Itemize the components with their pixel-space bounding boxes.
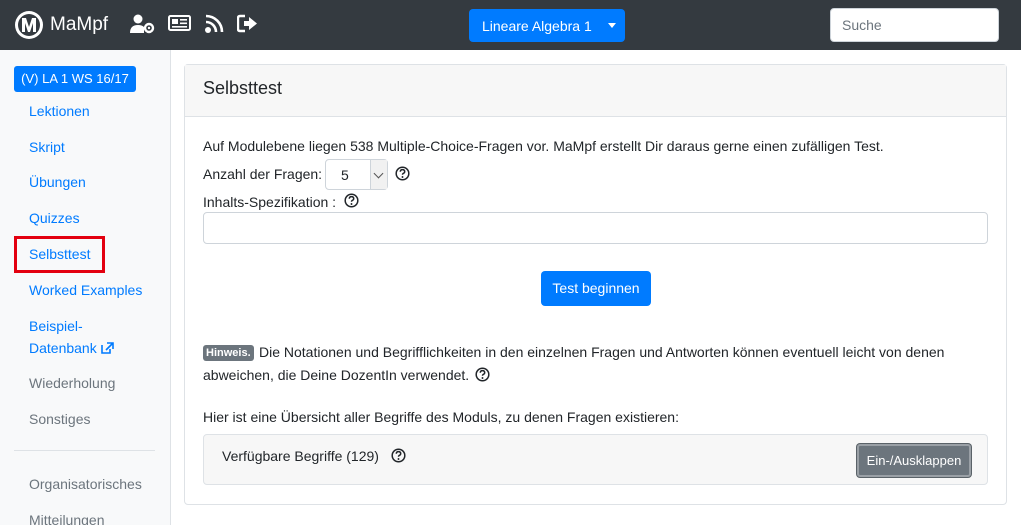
- content-spec-input[interactable]: [203, 212, 988, 244]
- search-input[interactable]: [830, 8, 999, 42]
- help-icon[interactable]: [391, 448, 406, 463]
- top-navbar: MaMpf Lineare Algebra 1: [0, 0, 1021, 50]
- help-icon[interactable]: [344, 193, 359, 208]
- brand[interactable]: MaMpf: [14, 10, 108, 40]
- start-test-button[interactable]: Test beginnen: [541, 271, 651, 306]
- hint-badge: Hinweis.: [203, 345, 254, 361]
- hint-text: Die Notationen und Begrifflichkeiten in …: [259, 344, 945, 360]
- news-icon[interactable]: [168, 14, 191, 32]
- page-title: Selbsttest: [203, 78, 283, 98]
- content-spec-label: Inhalts-Spezifikation :: [203, 194, 337, 210]
- course-selector-label: Lineare Algebra 1: [482, 17, 592, 34]
- question-count-select[interactable]: 5: [325, 159, 388, 190]
- terms-panel: Verfügbare Begriffe (129) Ein-/Ausklappe…: [203, 434, 988, 485]
- external-link-icon: [100, 342, 114, 354]
- sidebar-divider: [14, 450, 155, 451]
- sidebar-item-sonstiges[interactable]: Sonstiges: [29, 408, 90, 430]
- hint-text-line2-content: abweichen, die Deine DozentIn verwendet.: [203, 367, 470, 383]
- sidebar-item-wiederholung[interactable]: Wiederholung: [29, 372, 115, 394]
- sidebar: (V) LA 1 WS 16/17 Lektionen Skript Übung…: [0, 50, 171, 525]
- feed-icon[interactable]: [204, 14, 224, 34]
- sidebar-item-beispiel-datenbank[interactable]: Beispiel- Datenbank: [29, 315, 114, 359]
- course-badge[interactable]: (V) LA 1 WS 16/17: [14, 66, 136, 92]
- sidebar-item-lektionen[interactable]: Lektionen: [29, 100, 90, 122]
- terms-label-text: Verfügbare Begriffe (129): [222, 448, 379, 464]
- sidebar-item-quizzes[interactable]: Quizzes: [29, 207, 80, 229]
- sidebar-item-label-line2: Datenbank: [29, 340, 97, 356]
- selbsttest-card: Selbsttest Auf Modulebene liegen 538 Mul…: [184, 64, 1007, 505]
- brand-name: MaMpf: [50, 14, 109, 35]
- hint-text-line2: abweichen, die Deine DozentIn verwendet.: [203, 367, 490, 383]
- user-gear-icon[interactable]: [130, 14, 155, 34]
- selbsttest-highlight-box: [14, 236, 105, 273]
- mampf-logo-icon: [15, 11, 43, 39]
- sidebar-item-organisatorisches[interactable]: Organisatorisches: [29, 473, 142, 495]
- course-selector-dropdown[interactable]: Lineare Algebra 1: [469, 9, 625, 42]
- terms-label: Verfügbare Begriffe (129): [222, 448, 406, 464]
- overview-text: Hier ist eine Übersicht aller Begriffe d…: [203, 409, 679, 425]
- sidebar-item-mitteilungen[interactable]: Mitteilungen: [29, 509, 105, 525]
- question-count-label: Anzahl der Fragen:: [203, 166, 323, 182]
- sidebar-item-worked-examples[interactable]: Worked Examples: [29, 279, 142, 301]
- chevron-down-icon: [370, 160, 387, 189]
- sidebar-item-skript[interactable]: Skript: [29, 136, 65, 158]
- chevron-down-icon: [608, 23, 616, 28]
- sidebar-item-uebungen[interactable]: Übungen: [29, 171, 86, 193]
- logout-icon[interactable]: [237, 14, 258, 33]
- card-header: Selbsttest: [185, 65, 1006, 117]
- help-icon[interactable]: [475, 367, 490, 382]
- toggle-terms-button[interactable]: Ein-/Ausklappen: [857, 444, 971, 477]
- intro-text: Auf Modulebene liegen 538 Multiple-Choic…: [203, 138, 884, 154]
- sidebar-item-label: Beispiel-: [29, 318, 83, 334]
- help-icon[interactable]: [395, 166, 410, 181]
- question-count-value: 5: [341, 167, 349, 183]
